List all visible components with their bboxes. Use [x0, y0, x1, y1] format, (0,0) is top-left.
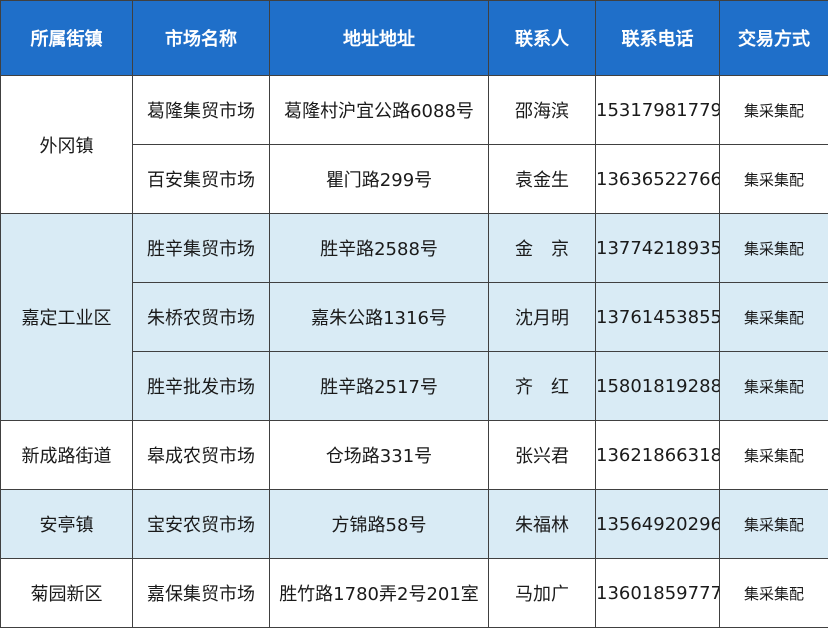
phone-cell: 13601859777	[595, 558, 720, 628]
address-cell: 胜竹路1780弄2号201室	[269, 558, 489, 628]
method-cell: 集采集配	[719, 213, 828, 283]
method-cell: 集采集配	[719, 144, 828, 214]
market-cell: 胜辛集贸市场	[132, 213, 270, 283]
address-cell: 葛隆村沪宜公路6088号	[269, 75, 489, 145]
town-cell: 嘉定工业区	[0, 213, 133, 421]
method-cell: 集采集配	[719, 489, 828, 559]
market-table: 所属街镇 市场名称 地址地址 联系人 联系电话 交易方式 外冈镇 葛隆集贸市场 …	[0, 0, 828, 628]
address-cell: 胜辛路2517号	[269, 351, 489, 421]
phone-cell: 13636522766	[595, 144, 720, 214]
market-cell: 宝安农贸市场	[132, 489, 270, 559]
market-cell: 嘉保集贸市场	[132, 558, 270, 628]
header-phone: 联系电话	[595, 0, 720, 76]
market-cell: 葛隆集贸市场	[132, 75, 270, 145]
contact-cell: 袁金生	[488, 144, 596, 214]
table-row: 安亭镇 宝安农贸市场 方锦路58号 朱福林 13564920296 集采集配	[0, 489, 828, 559]
contact-cell: 金 京	[488, 213, 596, 283]
phone-cell: 15801819288	[595, 351, 720, 421]
town-cell: 菊园新区	[0, 558, 133, 628]
header-town: 所属街镇	[0, 0, 133, 76]
contact-cell: 邵海滨	[488, 75, 596, 145]
table-row: 嘉定工业区 胜辛集贸市场 胜辛路2588号 金 京 13774218935 集采…	[0, 213, 828, 421]
market-cell: 百安集贸市场	[132, 144, 270, 214]
table-row: 菊园新区 嘉保集贸市场 胜竹路1780弄2号201室 马加广 136018597…	[0, 558, 828, 628]
town-cell: 外冈镇	[0, 75, 133, 214]
phone-cell: 13564920296	[595, 489, 720, 559]
method-cell: 集采集配	[719, 420, 828, 490]
phone-cell: 13761453855	[595, 282, 720, 352]
market-cell: 朱桥农贸市场	[132, 282, 270, 352]
contact-cell: 马加广	[488, 558, 596, 628]
method-cell: 集采集配	[719, 558, 828, 628]
town-cell: 安亭镇	[0, 489, 133, 559]
method-cell: 集采集配	[719, 351, 828, 421]
header-contact: 联系人	[488, 0, 596, 76]
phone-cell: 13621866318	[595, 420, 720, 490]
table-row: 新成路街道 皋成农贸市场 仓场路331号 张兴君 13621866318 集采集…	[0, 420, 828, 490]
address-cell: 方锦路58号	[269, 489, 489, 559]
address-cell: 嘉朱公路1316号	[269, 282, 489, 352]
address-cell: 胜辛路2588号	[269, 213, 489, 283]
header-row: 所属街镇 市场名称 地址地址 联系人 联系电话 交易方式	[0, 0, 828, 76]
table-row: 外冈镇 葛隆集贸市场 葛隆村沪宜公路6088号 邵海滨 15317981779 …	[0, 75, 828, 214]
header-market: 市场名称	[132, 0, 270, 76]
address-cell: 仓场路331号	[269, 420, 489, 490]
contact-cell: 齐 红	[488, 351, 596, 421]
method-cell: 集采集配	[719, 75, 828, 145]
contact-cell: 张兴君	[488, 420, 596, 490]
address-cell: 瞿门路299号	[269, 144, 489, 214]
town-cell: 新成路街道	[0, 420, 133, 490]
contact-cell: 沈月明	[488, 282, 596, 352]
header-method: 交易方式	[719, 0, 828, 76]
phone-cell: 13774218935	[595, 213, 720, 283]
market-cell: 胜辛批发市场	[132, 351, 270, 421]
method-cell: 集采集配	[719, 282, 828, 352]
market-cell: 皋成农贸市场	[132, 420, 270, 490]
header-address: 地址地址	[269, 0, 489, 76]
contact-cell: 朱福林	[488, 489, 596, 559]
phone-cell: 15317981779	[595, 75, 720, 145]
